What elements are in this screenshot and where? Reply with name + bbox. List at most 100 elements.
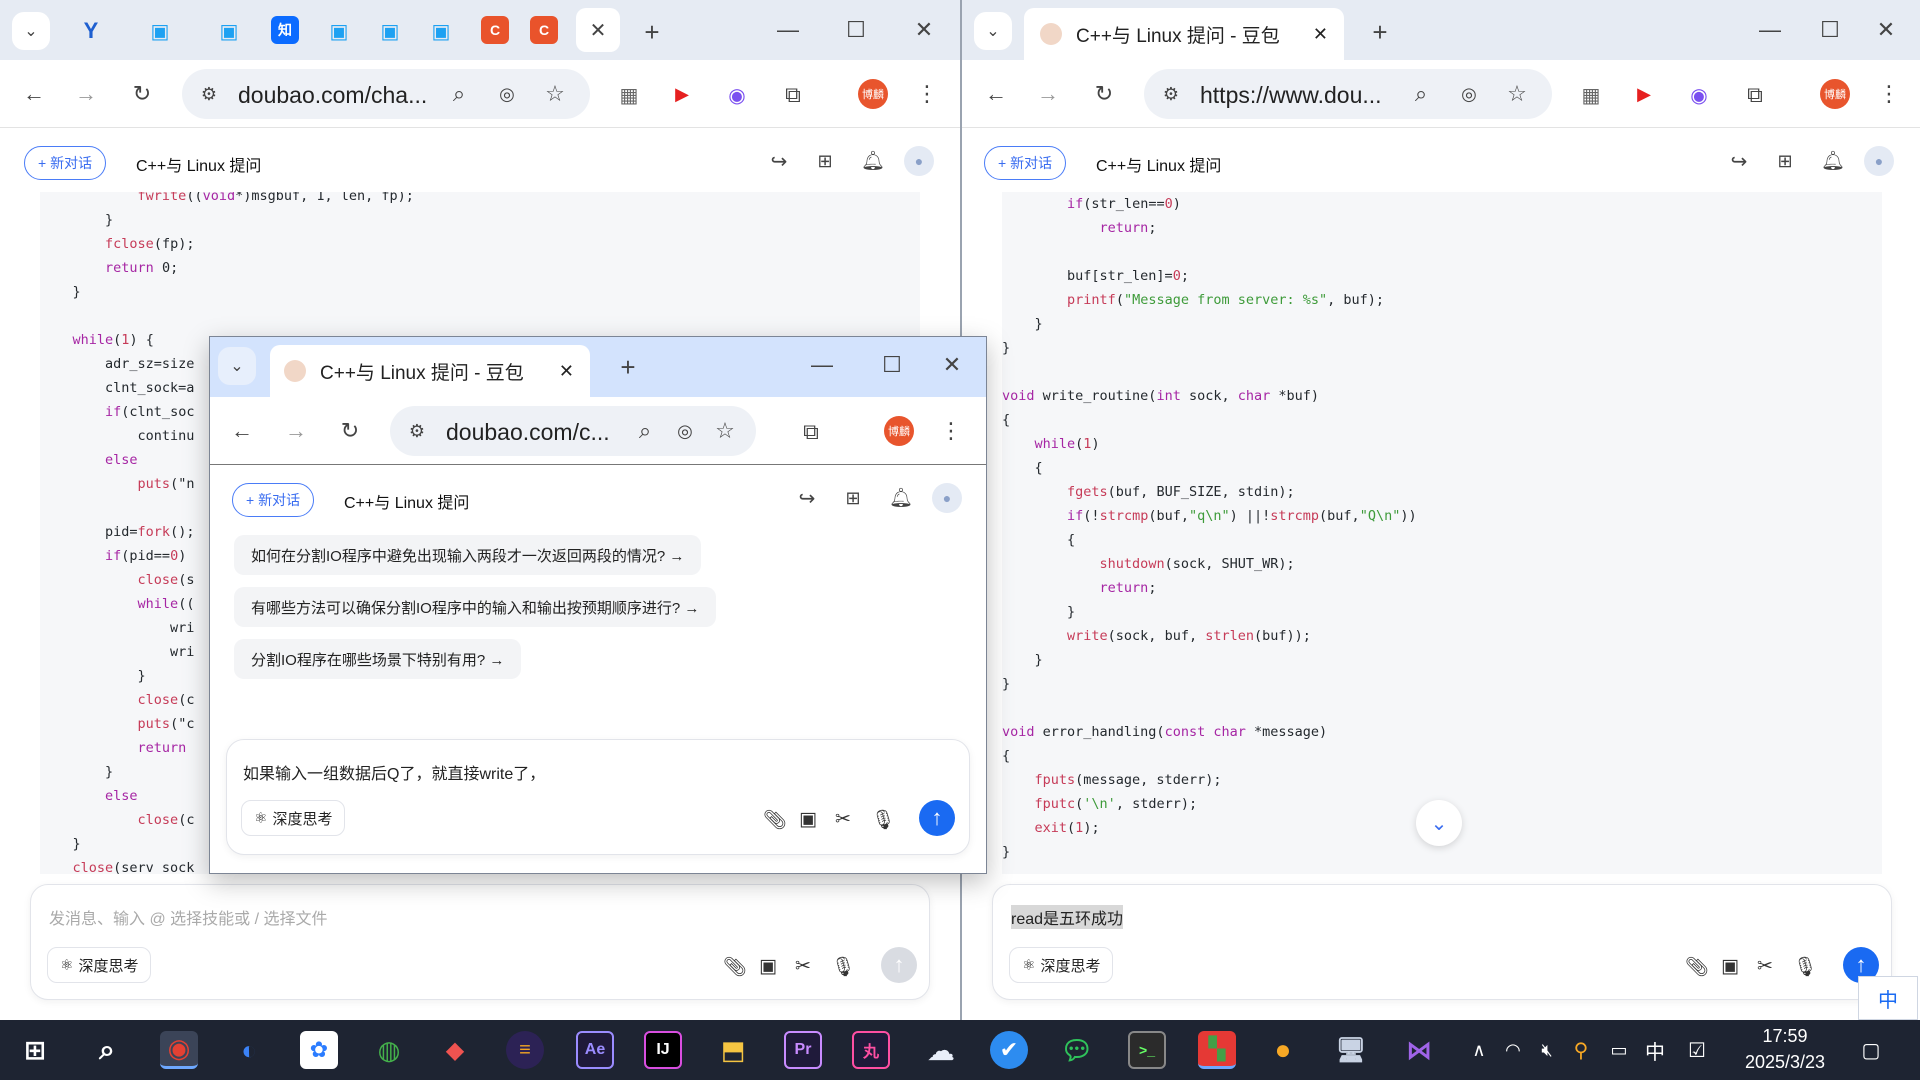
new-tab-icon[interactable]: + [608, 347, 648, 387]
image-icon[interactable]: ▣ [1721, 955, 1739, 978]
microphone-icon[interactable]: 🎙︎ [871, 808, 895, 832]
extension-icon[interactable]: ▦ [1574, 78, 1608, 112]
suggestion-chip[interactable]: 有哪些方法可以确保分割IO程序中的输入和输出按预期顺序进行? → [234, 587, 717, 627]
forward-icon[interactable]: → [276, 411, 316, 451]
notification-bell-icon[interactable]: 🔔︎ [858, 146, 888, 176]
check-tray-icon[interactable]: ☑ [1678, 1031, 1716, 1069]
notification-bell-icon[interactable]: 🔔︎ [1818, 146, 1848, 176]
tab-close-icon[interactable]: ✕ [1313, 24, 1328, 45]
chat-input-box[interactable]: 发消息、输入 @ 选择技能或 / 选择文件 ⚛ 深度思考 📎︎ ▣ ✂ 🎙︎ ↑ [30, 884, 930, 1000]
user-avatar-icon[interactable]: ● [932, 483, 962, 513]
tab-vscode-icon[interactable]: Y [74, 14, 108, 48]
extension-camera-icon[interactable]: ◉ [1682, 78, 1716, 112]
share-icon[interactable]: ↪ [792, 483, 822, 513]
windows-start-icon[interactable]: ⊞ [16, 1031, 54, 1069]
tab-csdn-icon[interactable]: C [481, 16, 509, 44]
image-icon[interactable]: ▣ [799, 808, 817, 831]
chat-input-box[interactable]: 如果输入一组数据后Q了，就直接write了， ⚛ 深度思考 📎︎ ▣ ✂ 🎙︎ ↑ [226, 739, 970, 855]
microphone-icon[interactable]: 🎙︎ [831, 955, 855, 979]
chat-input-placeholder[interactable]: 发消息、输入 @ 选择技能或 / 选择文件 [49, 905, 327, 929]
extension-camera-icon[interactable]: ◉ [720, 78, 754, 112]
ime-taskbar[interactable]: 中 [1636, 1031, 1674, 1069]
minimize-icon[interactable]: — [800, 345, 844, 385]
wechat-icon[interactable]: 💬︎ [1058, 1031, 1096, 1069]
forward-icon[interactable]: → [1028, 74, 1068, 114]
site-settings-icon[interactable]: ⚙ [402, 416, 432, 446]
eye-off-icon[interactable]: ◎ [492, 79, 522, 109]
clock-time[interactable]: 17:59 [1730, 1026, 1840, 1047]
archive-icon[interactable]: ⊞ [1770, 146, 1800, 176]
tab-search-button[interactable]: ⌄ [974, 12, 1012, 50]
deep-think-toggle[interactable]: ⚛ 深度思考 [1009, 947, 1114, 983]
bookmark-star-icon[interactable]: ☆ [540, 79, 570, 109]
address-bar[interactable]: ⚙ https://www.dou... ⌕ ◎ ☆ [1144, 69, 1552, 119]
clock-date[interactable]: 2025/3/23 [1730, 1052, 1840, 1073]
earth-icon[interactable]: ◍ [370, 1031, 408, 1069]
new-tab-icon[interactable]: + [1360, 12, 1400, 52]
menu-dots-icon[interactable]: ⋮ [936, 413, 966, 449]
bookmark-star-icon[interactable]: ☆ [1502, 79, 1532, 109]
share-icon[interactable]: ↪ [764, 146, 794, 176]
share-icon[interactable]: ↪ [1724, 146, 1754, 176]
attach-icon[interactable]: 📎︎ [723, 955, 747, 979]
chat-input-value[interactable]: 如果输入一组数据后Q了，就直接write了， [243, 760, 545, 784]
battery-icon[interactable]: ▭ [1600, 1031, 1638, 1069]
microphone-icon[interactable]: 🎙︎ [1793, 955, 1817, 979]
close-window-icon[interactable]: ✕ [1864, 10, 1908, 50]
profile-avatar[interactable]: 博麟 [884, 416, 914, 446]
scissors-icon[interactable]: ✂ [795, 955, 811, 978]
new-chat-button[interactable]: + 新对话 [232, 483, 315, 517]
new-chat-button[interactable]: + 新对话 [984, 146, 1067, 180]
reload-icon[interactable]: ↻ [330, 411, 370, 451]
zoom-icon[interactable]: ⌕ [630, 416, 660, 446]
forward-icon[interactable]: → [66, 74, 106, 114]
terminal-icon[interactable]: >_ [1128, 1031, 1166, 1069]
search-icon[interactable]: ⌕ [88, 1031, 126, 1069]
profile-avatar[interactable]: 博麟 [1820, 79, 1850, 109]
user-avatar-icon[interactable]: ● [1864, 146, 1894, 176]
extension-video-icon[interactable]: ▶ [666, 80, 698, 108]
new-chat-button[interactable]: + 新对话 [24, 146, 107, 180]
tab-search-button[interactable]: ⌄ [218, 347, 256, 385]
chat-input-value[interactable]: read是五环成功 [1011, 905, 1124, 929]
menu-dots-icon[interactable]: ⋮ [912, 76, 942, 112]
reload-icon[interactable]: ↻ [122, 74, 162, 114]
deep-think-toggle[interactable]: ⚛ 深度思考 [241, 800, 346, 836]
eye-off-icon[interactable]: ◎ [1454, 79, 1484, 109]
tab-csdn-icon[interactable]: C [530, 16, 558, 44]
active-tab[interactable]: C++与 Linux 提问 - 豆包 ✕ [270, 345, 590, 397]
tab-bilibili-icon[interactable]: ▣ [143, 14, 177, 48]
extensions-puzzle-icon[interactable]: ⧉ [794, 415, 828, 449]
maximize-icon[interactable]: ☐ [1808, 10, 1852, 50]
suggestion-chip[interactable]: 分割IO程序在哪些场景下特别有用? → [234, 639, 522, 679]
tray-chevron-icon[interactable]: ∧ [1460, 1031, 1498, 1069]
eclipse-icon[interactable]: ≡ [506, 1031, 544, 1069]
colorful-app-icon[interactable]: ▚ [1198, 1031, 1236, 1069]
extension-video-icon[interactable]: ▶ [1628, 80, 1660, 108]
extensions-puzzle-icon[interactable]: ⧉ [1738, 78, 1772, 112]
attach-icon[interactable]: 📎︎ [1685, 955, 1709, 979]
active-tab[interactable]: C++与 Linux 提问 - 豆包 ✕ [1024, 8, 1344, 60]
image-icon[interactable]: ▣ [759, 955, 777, 978]
deep-think-toggle[interactable]: ⚛ 深度思考 [47, 947, 152, 983]
tab-bilibili-icon[interactable]: ▣ [424, 14, 458, 48]
wifi-icon[interactable]: ◠ [1494, 1031, 1532, 1069]
extension-icon[interactable]: ▦ [612, 78, 646, 112]
active-tab-close-icon[interactable]: ✕ [576, 8, 620, 52]
back-icon[interactable]: ← [14, 74, 54, 114]
python-icon[interactable]: ⬒ [714, 1031, 752, 1069]
archive-icon[interactable]: ⊞ [838, 483, 868, 513]
back-icon[interactable]: ← [976, 74, 1016, 114]
chrome-icon[interactable]: ◉ [160, 1031, 198, 1069]
tab-search-button[interactable]: ⌄ [12, 12, 50, 50]
tab-close-icon[interactable]: ✕ [559, 361, 574, 382]
tab-zhihu-icon[interactable]: 知 [271, 16, 299, 44]
menu-dots-icon[interactable]: ⋮ [1874, 76, 1904, 112]
volume-muted-icon[interactable]: 🔇︎ [1528, 1031, 1566, 1069]
computer-app-icon[interactable]: 🖥︎ [1332, 1031, 1370, 1069]
tab-bilibili-icon[interactable]: ▣ [373, 14, 407, 48]
close-window-icon[interactable]: ✕ [902, 10, 946, 50]
gift-icon[interactable]: ◆ [436, 1031, 474, 1069]
back-icon[interactable]: ← [222, 411, 262, 451]
reload-icon[interactable]: ↻ [1084, 74, 1124, 114]
